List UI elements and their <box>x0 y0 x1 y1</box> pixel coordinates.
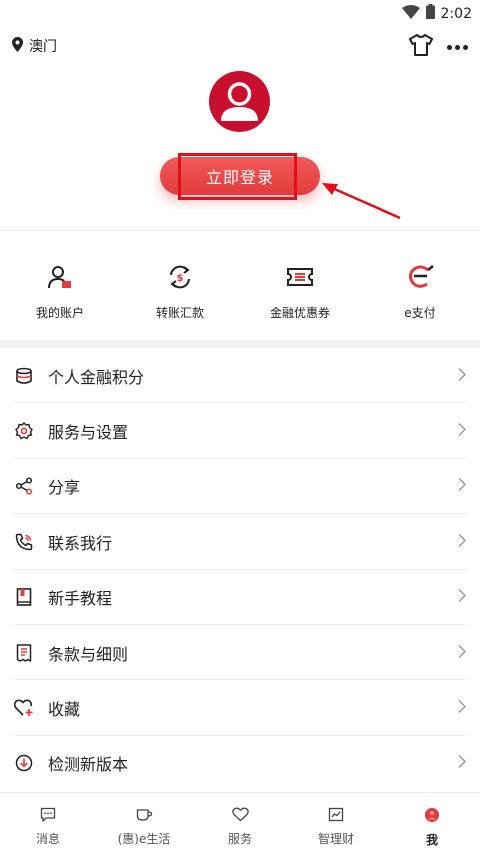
account-icon <box>47 262 73 292</box>
bottom-tab-bar: 消息 (惠)e生活 服务 智理财 我 <box>0 792 480 853</box>
quick-action-coupon[interactable]: 金融优惠券 <box>240 262 360 332</box>
location-selector[interactable]: 澳门 <box>12 36 57 56</box>
svg-text:$: $ <box>177 273 184 284</box>
message-icon <box>40 807 56 826</box>
tab-label: 我 <box>425 833 438 847</box>
menu-item-contact[interactable]: 联系我行 <box>0 514 480 570</box>
location-label: 澳门 <box>29 39 57 55</box>
location-pin-icon <box>12 36 23 56</box>
database-icon <box>14 366 34 386</box>
quick-action-label: 我的账户 <box>35 306 84 320</box>
chevron-right-icon <box>458 754 467 773</box>
status-bar: 2:02 <box>0 0 480 26</box>
gear-icon <box>14 421 34 441</box>
status-time: 2:02 <box>440 5 472 22</box>
tab-messages[interactable]: 消息 <box>0 793 96 853</box>
cup-icon <box>136 807 153 826</box>
epay-icon <box>406 262 434 292</box>
menu-item-label: 联系我行 <box>48 533 113 553</box>
menu-item-label: 检测新版本 <box>48 755 129 775</box>
login-button[interactable]: 立即登录 <box>160 157 320 195</box>
annotation-arrow-icon <box>322 183 401 220</box>
tab-wealth[interactable]: 智理财 <box>288 793 384 853</box>
share-icon <box>14 476 34 496</box>
user-icon <box>221 82 258 121</box>
quick-action-label: 金融优惠券 <box>269 306 330 320</box>
quick-action-label: e支付 <box>404 306 436 320</box>
quick-action-account[interactable]: 我的账户 <box>0 262 120 332</box>
quick-action-transfer[interactable]: $ 转账汇款 <box>120 262 240 332</box>
divider <box>0 230 480 231</box>
menu-item-label: 收藏 <box>48 700 81 720</box>
menu-item-favorites[interactable]: 收藏 <box>0 680 480 737</box>
shirt-icon[interactable] <box>409 34 433 60</box>
phone-icon <box>14 532 34 552</box>
chevron-right-icon <box>458 643 467 662</box>
tab-label: 服务 <box>227 832 252 846</box>
chevron-right-icon <box>458 366 467 385</box>
chevron-right-icon <box>458 477 467 496</box>
settings-menu: 个人金融积分 服务与设置 分享 联系我行 新手教程 条款与细则 收藏 检测新版本 <box>0 348 480 791</box>
me-icon <box>424 807 440 827</box>
book-icon <box>14 587 34 607</box>
tab-label: (惠)e生活 <box>117 832 171 846</box>
quick-actions: 我的账户 $ 转账汇款 金融优惠券 e支付 <box>0 262 480 332</box>
menu-item-tutorial[interactable]: 新手教程 <box>0 570 480 626</box>
menu-item-settings[interactable]: 服务与设置 <box>0 403 480 460</box>
avatar[interactable] <box>209 71 270 132</box>
download-icon <box>14 753 34 773</box>
section-divider <box>0 340 480 348</box>
quick-action-label: 转账汇款 <box>155 306 204 320</box>
menu-item-share[interactable]: 分享 <box>0 459 480 515</box>
tab-services[interactable]: 服务 <box>192 793 288 853</box>
quick-action-epay[interactable]: e支付 <box>360 262 480 332</box>
tab-me[interactable]: 我 <box>384 793 480 853</box>
chevron-right-icon <box>458 422 467 441</box>
heart-icon <box>231 807 249 826</box>
more-icon[interactable] <box>447 44 468 50</box>
tab-elife[interactable]: (惠)e生活 <box>96 793 192 853</box>
menu-item-terms[interactable]: 条款与细则 <box>0 625 480 681</box>
menu-item-label: 个人金融积分 <box>48 367 145 387</box>
menu-item-label: 新手教程 <box>48 589 113 609</box>
menu-item-points[interactable]: 个人金融积分 <box>0 348 480 404</box>
tab-label: 消息 <box>35 832 60 846</box>
transfer-icon: $ <box>167 262 193 292</box>
tab-label: 智理财 <box>317 832 354 846</box>
heart-plus-icon <box>14 698 34 718</box>
menu-item-label: 服务与设置 <box>48 423 129 443</box>
coupon-icon <box>286 262 314 292</box>
wifi-icon <box>401 4 420 23</box>
menu-item-check-update[interactable]: 检测新版本 <box>0 736 480 791</box>
menu-item-label: 分享 <box>48 478 81 498</box>
menu-item-label: 条款与细则 <box>48 644 129 664</box>
chevron-right-icon <box>458 532 467 551</box>
document-icon <box>14 643 34 663</box>
chevron-right-icon <box>458 588 467 607</box>
chart-icon <box>328 807 344 826</box>
chevron-right-icon <box>458 699 467 718</box>
battery-icon <box>425 4 435 23</box>
top-bar: 澳门 <box>0 30 480 62</box>
